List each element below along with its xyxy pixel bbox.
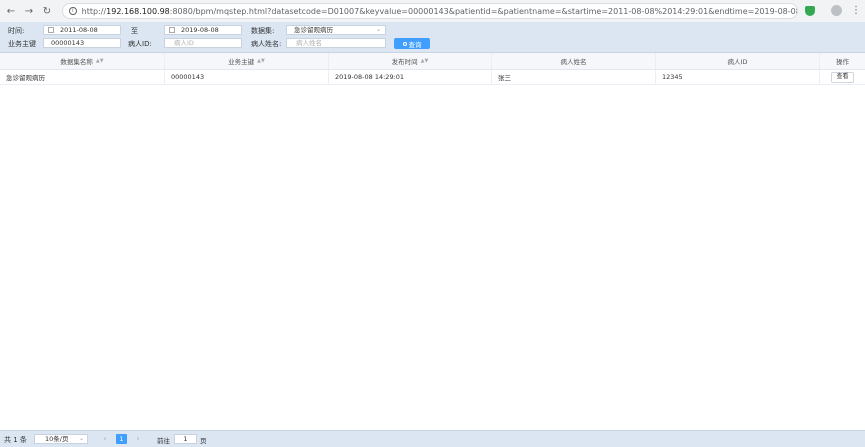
results-table: 数据集名称 ▲▼ 业务主键 ▲▼ 发布时间 ▲▼ 病人姓名 病人ID 操作 急诊…	[0, 53, 865, 85]
cell-dataset-name: 急诊留观病历	[0, 70, 165, 84]
calendar-icon	[48, 27, 54, 33]
cell-patient-name: 张三	[492, 70, 656, 84]
business-key-label: 业务主键	[8, 40, 36, 48]
more-menu-icon[interactable]: ⋮	[851, 4, 861, 18]
cell-publish-time: 2019-08-08 14:29:01	[329, 70, 492, 84]
page-unit-label: 页	[200, 437, 207, 445]
chevron-down-icon: ⌄	[375, 26, 381, 33]
filter-panel: 时间: 2011-08-08 至 2019-08-08 数据集: 急诊留观病历 …	[0, 22, 865, 53]
column-header-publish-time[interactable]: 发布时间 ▲▼	[329, 53, 492, 69]
business-key-value: 00000143	[51, 39, 85, 47]
cell-patient-id: 12345	[656, 70, 820, 84]
reload-icon[interactable]: ↻	[40, 4, 54, 18]
column-header-patient-id: 病人ID	[656, 53, 820, 69]
sort-icon[interactable]: ▲▼	[96, 58, 104, 64]
shield-extension-icon[interactable]	[805, 6, 815, 16]
next-page-icon[interactable]: ›	[133, 434, 143, 444]
cell-business-key: 00000143	[165, 70, 329, 84]
column-header-label: 业务主键	[228, 58, 255, 66]
patient-name-label: 病人姓名:	[251, 40, 282, 48]
column-header-label: 病人姓名	[560, 58, 587, 66]
goto-page-value: 1	[183, 435, 188, 443]
profile-avatar-icon[interactable]	[831, 5, 842, 16]
table-header: 数据集名称 ▲▼ 业务主键 ▲▼ 发布时间 ▲▼ 病人姓名 病人ID 操作	[0, 53, 865, 70]
column-header-label: 发布时间	[391, 58, 418, 66]
start-date-input[interactable]: 2011-08-08	[43, 25, 121, 35]
goto-page-input[interactable]: 1	[174, 434, 197, 444]
dataset-label: 数据集:	[251, 27, 275, 35]
back-arrow-icon[interactable]: ←	[4, 4, 18, 18]
pagination-total: 共 1 条	[4, 436, 27, 444]
column-header-label: 数据集名称	[60, 58, 93, 66]
calendar-icon	[169, 27, 175, 33]
patient-name-input[interactable]: 病人姓名	[286, 38, 386, 48]
dataset-select[interactable]: 急诊留观病历 ⌄	[286, 25, 386, 35]
sort-icon[interactable]: ▲▼	[421, 58, 429, 64]
column-header-action: 操作	[820, 53, 865, 69]
prev-page-icon[interactable]: ‹	[100, 434, 110, 444]
start-date-value: 2011-08-08	[60, 26, 98, 34]
url-prefix: http://	[81, 6, 107, 16]
page-size-select[interactable]: 10条/页 ⌄	[34, 434, 88, 444]
patient-id-placeholder: 病人ID	[174, 39, 194, 47]
column-header-label: 病人ID	[727, 58, 748, 66]
column-header-dataset-name[interactable]: 数据集名称 ▲▼	[0, 53, 165, 69]
business-key-input[interactable]: 00000143	[43, 38, 121, 48]
to-label: 至	[131, 27, 138, 35]
column-header-patient-name: 病人姓名	[492, 53, 656, 69]
pagination: 共 1 条 10条/页 ⌄ ‹ 1 › 前往 1 页	[0, 430, 865, 447]
info-icon[interactable]: i	[69, 7, 77, 15]
search-button-label: 查询	[408, 40, 422, 49]
patient-id-label: 病人ID:	[128, 40, 152, 48]
view-button[interactable]: 查看	[831, 71, 854, 83]
dataset-value: 急诊留观病历	[294, 26, 333, 34]
goto-label: 前往	[157, 437, 170, 445]
column-header-label: 操作	[836, 58, 849, 66]
time-label: 时间:	[8, 27, 25, 35]
page-number-current[interactable]: 1	[116, 434, 127, 444]
cell-action: 查看	[820, 70, 865, 84]
browser-toolbar: ← → ↻ i http:// 192.168.100.98 :8080/bpm…	[0, 0, 865, 23]
url-path: :8080/bpm/mqstep.html?datasetcode=D01007…	[169, 6, 797, 16]
patient-id-input[interactable]: 病人ID	[164, 38, 242, 48]
url-host: 192.168.100.98	[106, 6, 170, 16]
chevron-down-icon: ⌄	[78, 435, 84, 442]
end-date-value: 2019-08-08	[181, 26, 219, 34]
end-date-input[interactable]: 2019-08-08	[164, 25, 242, 35]
sort-icon[interactable]: ▲▼	[257, 58, 265, 64]
search-icon	[402, 41, 407, 46]
page-size-value: 10条/页	[45, 435, 69, 443]
forward-arrow-icon[interactable]: →	[22, 4, 36, 18]
search-button[interactable]: 查询	[394, 38, 430, 49]
patient-name-placeholder: 病人姓名	[296, 39, 322, 47]
column-header-business-key[interactable]: 业务主键 ▲▼	[165, 53, 329, 69]
address-bar[interactable]: i http:// 192.168.100.98 :8080/bpm/mqste…	[62, 3, 798, 19]
table-row[interactable]: 急诊留观病历 00000143 2019-08-08 14:29:01 张三 1…	[0, 70, 865, 85]
